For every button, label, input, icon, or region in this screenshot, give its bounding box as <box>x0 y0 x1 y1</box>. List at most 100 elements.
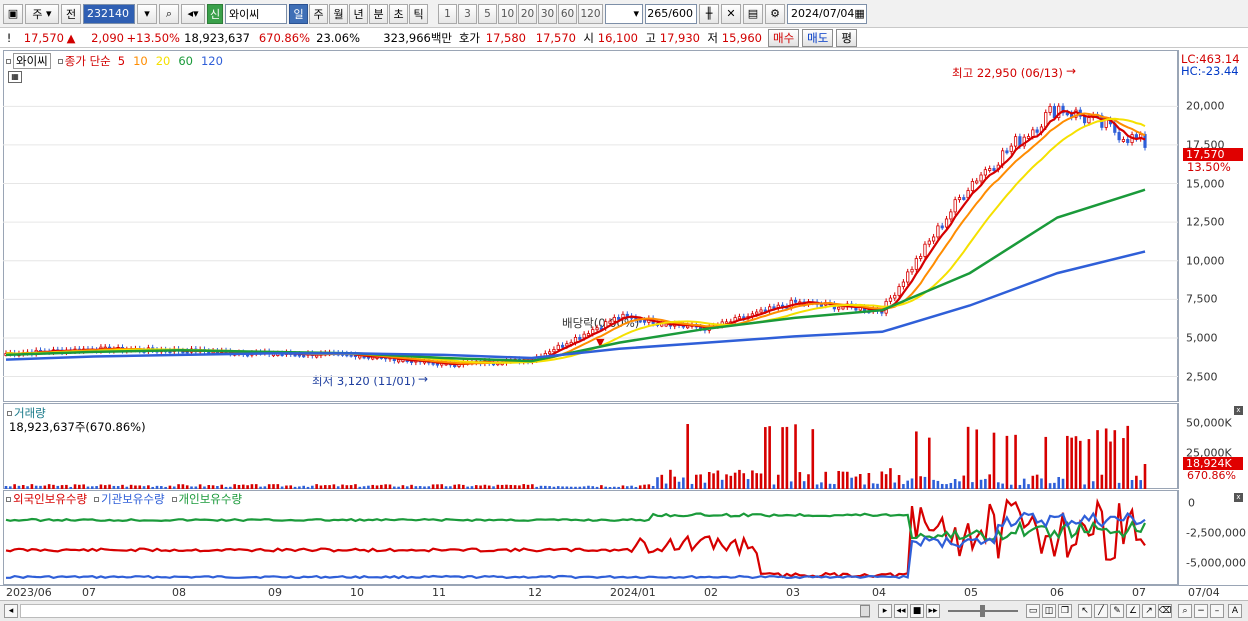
volume-bar <box>526 484 530 489</box>
holding-close-icon[interactable]: x <box>1234 493 1243 502</box>
rewind-icon[interactable]: ◂◂ <box>894 604 908 618</box>
volume-bar <box>496 484 500 489</box>
period-button[interactable]: 분 <box>369 3 388 24</box>
candle-icon[interactable]: ╫ <box>699 3 719 24</box>
interval-button[interactable]: 3 <box>458 3 477 24</box>
ma-line <box>5 117 1146 364</box>
zoom-slider-thumb[interactable] <box>980 605 985 617</box>
volume-bar <box>971 482 974 489</box>
sell-button[interactable]: 매도 <box>802 28 834 47</box>
count-input[interactable]: 265/600 <box>645 3 697 24</box>
period-button[interactable]: 일 <box>289 3 308 24</box>
draw-icon[interactable]: ↗ <box>1142 604 1156 618</box>
x-tick: 2024/01 <box>610 586 656 599</box>
hc-label: HC:-23.44 <box>1181 64 1239 78</box>
volume-bar <box>142 486 146 489</box>
font-icon[interactable]: A <box>1228 604 1242 618</box>
count-select[interactable]: ▾ <box>605 3 643 24</box>
period-button[interactable]: 주 <box>309 3 328 24</box>
candle <box>906 271 910 283</box>
buy-button[interactable]: 매수 <box>768 28 800 47</box>
stock-code-input[interactable]: 232140 <box>83 3 135 24</box>
minus-icon[interactable]: − <box>1194 604 1208 618</box>
forward-icon[interactable]: ▸▸ <box>926 604 940 618</box>
candle <box>1087 117 1091 124</box>
erase-icon[interactable]: ⌫ <box>1158 604 1172 618</box>
gear-icon[interactable]: ⚙ <box>765 3 785 24</box>
volume-bar <box>988 474 991 489</box>
save-icon[interactable]: ▤ <box>743 3 763 24</box>
shin-badge[interactable]: 신 <box>207 3 223 24</box>
volume-bar <box>915 431 918 489</box>
volume-bar <box>203 486 206 489</box>
scroll-bar[interactable]: ◂ ▸ ◂◂ ■ ▸▸ ▭ ◫ ❐ ↖ ╱ ✎ ∠ ↗ ⌫ ⌕ − – A <box>0 600 1248 621</box>
dropdown-icon[interactable]: ▾ <box>137 3 157 24</box>
zoom-icon[interactable]: ⌕ <box>1178 604 1192 618</box>
candle <box>901 281 905 287</box>
line-tool-icon[interactable]: ╱ <box>1094 604 1108 618</box>
interval-button[interactable]: 5 <box>478 3 497 24</box>
period-button[interactable]: 초 <box>389 3 408 24</box>
price-pct-tag: 13.50% <box>1187 160 1231 174</box>
volume-bar <box>513 485 517 489</box>
volume-bar <box>720 479 724 489</box>
interval-button[interactable]: 10 <box>498 3 517 24</box>
window-icon[interactable]: ▣ <box>3 3 23 24</box>
crosshair-icon[interactable]: ✕ <box>721 3 741 24</box>
volume-bar <box>932 479 935 489</box>
speaker-icon[interactable]: ◂▾ <box>181 3 205 24</box>
search-icon[interactable]: ⌕ <box>159 3 179 24</box>
volume-bar <box>60 485 64 489</box>
volume-bar <box>858 474 862 489</box>
volume-bar <box>647 484 651 489</box>
interval-button[interactable]: 20 <box>518 3 537 24</box>
scroll-track[interactable] <box>20 604 870 618</box>
stop-icon[interactable]: ■ <box>910 604 924 618</box>
volume-bar <box>466 486 469 489</box>
period-button[interactable]: 틱 <box>409 3 428 24</box>
calendar-icon[interactable]: ▦ <box>854 7 864 20</box>
date-input[interactable]: 2024/07/04 ▦ <box>787 3 867 24</box>
volume-bar <box>794 424 797 489</box>
interval-button[interactable]: 1 <box>438 3 457 24</box>
volume-bar <box>522 484 526 489</box>
period-button[interactable]: 월 <box>329 3 348 24</box>
volume-bar <box>833 484 836 489</box>
volume-bar <box>43 485 47 489</box>
period-button[interactable]: 년 <box>349 3 368 24</box>
candle <box>578 336 582 340</box>
volume-bar <box>1135 475 1138 489</box>
volume-bar <box>388 484 392 489</box>
angle-icon[interactable]: ∠ <box>1126 604 1140 618</box>
cursor-icon[interactable]: ↖ <box>1078 604 1092 618</box>
candle <box>625 313 629 317</box>
interval-button[interactable]: 120 <box>578 3 603 24</box>
stock-name-input[interactable]: 와이씨 <box>225 3 287 24</box>
scroll-thumb[interactable] <box>860 605 870 617</box>
layout-icon[interactable]: ▭ <box>1026 604 1040 618</box>
copy-icon[interactable]: ❐ <box>1058 604 1072 618</box>
period-type-select[interactable]: 주 ▾ <box>25 3 59 24</box>
split-icon[interactable]: ◫ <box>1042 604 1056 618</box>
jeon-button[interactable]: 전 <box>61 3 81 24</box>
candle <box>936 225 940 238</box>
average-button[interactable]: 평 <box>836 28 857 47</box>
scroll-right-icon[interactable]: ▸ <box>878 604 892 618</box>
scroll-left-icon[interactable]: ◂ <box>4 604 18 618</box>
volume-bar <box>1139 480 1142 489</box>
volume-bar <box>1104 428 1108 489</box>
volume-bar <box>30 484 34 489</box>
volume-bar <box>384 484 387 489</box>
volume-bar <box>233 484 236 489</box>
volume-close-icon[interactable]: x <box>1234 406 1243 415</box>
volume-bar <box>147 485 150 489</box>
candle <box>975 180 979 184</box>
pen-icon[interactable]: ✎ <box>1110 604 1124 618</box>
candle <box>1035 129 1039 133</box>
dash-icon[interactable]: – <box>1210 604 1224 618</box>
interval-button[interactable]: 30 <box>538 3 557 24</box>
candle <box>923 243 927 257</box>
volume-bar <box>341 484 344 489</box>
volume-bar <box>548 486 551 489</box>
interval-button[interactable]: 60 <box>558 3 577 24</box>
